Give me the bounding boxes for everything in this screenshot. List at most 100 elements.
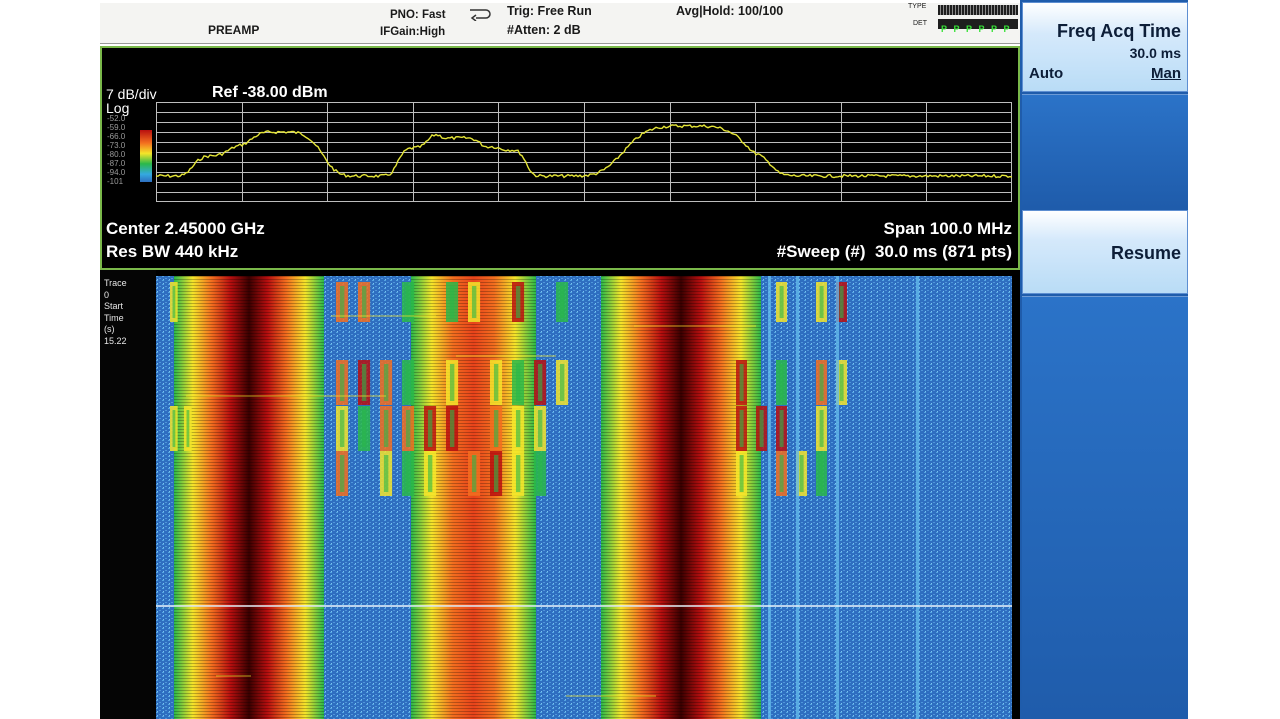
burst-core xyxy=(515,410,521,447)
spectrogram xyxy=(156,276,1012,719)
signal-band-texture xyxy=(411,276,536,719)
freq-acq-value: 30.0 ms xyxy=(1129,45,1181,61)
burst-core xyxy=(493,455,499,492)
burst-core xyxy=(839,364,844,401)
det-value: P xyxy=(965,24,972,34)
carrier-line xyxy=(768,276,771,719)
burst-core xyxy=(361,364,367,401)
burst-core xyxy=(839,286,844,318)
type-det-indicator: PPPPPP xyxy=(938,5,1018,34)
burst-core xyxy=(339,410,345,447)
res-bw: Res BW 440 kHz xyxy=(106,242,239,261)
trace-number: 0 xyxy=(104,289,110,300)
trig-label: Trig: Free Run xyxy=(507,4,592,18)
burst-core xyxy=(339,455,345,492)
avg-hold-label: Avg|Hold: 100/100 xyxy=(676,4,784,18)
burst-core xyxy=(559,286,565,318)
det-value: P xyxy=(953,24,960,34)
carrier-line xyxy=(916,276,919,719)
burst-core xyxy=(383,455,389,492)
man-option[interactable]: Man xyxy=(1151,65,1181,82)
status-bar: PREAMP PNO: Fast IFGain:High Trig: Free … xyxy=(100,3,1020,44)
burst-core xyxy=(779,364,784,401)
burst-core xyxy=(799,455,804,492)
atten-label: #Atten: 2 dB xyxy=(507,23,581,37)
resume-button[interactable]: Resume xyxy=(1022,210,1188,294)
type-row xyxy=(938,5,1018,15)
burst-core xyxy=(449,286,455,318)
burst-core xyxy=(471,455,477,492)
ref-level: Ref -38.00 dBm xyxy=(212,84,328,101)
preamp-label: PREAMP xyxy=(208,23,260,37)
burst-core xyxy=(339,364,345,401)
carrier-line xyxy=(796,276,799,719)
center-frequency: Center 2.45000 GHz xyxy=(106,219,265,238)
auto-option[interactable]: Auto xyxy=(1029,65,1063,82)
burst-core xyxy=(819,455,824,492)
burst-core xyxy=(819,364,824,401)
freq-acq-time-button[interactable]: Freq Acq Time 30.0 ms Auto Man xyxy=(1022,2,1188,92)
det-row: PPPPPP xyxy=(938,19,1018,34)
softkey-blank-1[interactable] xyxy=(1022,94,1188,208)
signal-band-texture xyxy=(601,276,761,719)
burst-core xyxy=(186,410,190,447)
burst-core xyxy=(172,286,176,318)
burst-core xyxy=(537,455,543,492)
start-label: Start xyxy=(104,301,124,311)
color-scale-bar xyxy=(140,130,152,182)
burst-core xyxy=(493,410,499,447)
burst-core xyxy=(383,364,389,401)
carrier-line xyxy=(836,276,839,719)
det-value: P xyxy=(978,24,985,34)
freq-acq-title: Freq Acq Time xyxy=(1056,21,1181,41)
det-value: P xyxy=(940,24,947,34)
burst-core xyxy=(739,410,744,447)
waterfall-side-labels: Trace 0 Start Time (s) 15.22 xyxy=(100,270,156,719)
det-value: P xyxy=(990,24,997,34)
burst-core xyxy=(449,410,455,447)
det-label: DET xyxy=(913,20,927,27)
burst-core xyxy=(493,364,499,401)
burst-core xyxy=(515,455,521,492)
burst-core xyxy=(819,286,824,318)
pno-label: PNO: Fast xyxy=(390,9,446,21)
span: Span 100.0 MHz xyxy=(883,219,1013,238)
burst-core xyxy=(361,286,367,318)
burst-core xyxy=(515,286,521,318)
burst-core xyxy=(515,364,521,401)
unit-label: (s) xyxy=(104,324,115,334)
waterfall-display: Trace 0 Start Time (s) 15.22 xyxy=(100,270,1020,719)
burst-core xyxy=(537,364,543,401)
burst-core xyxy=(427,455,433,492)
burst-core xyxy=(739,455,744,492)
signal-band-texture xyxy=(174,276,324,719)
spectrum-panel: 7 dB/div Ref -38.00 dBm Log -52.0 -59.0 … xyxy=(100,46,1020,270)
burst-core xyxy=(405,455,411,492)
burst-core xyxy=(449,364,455,401)
burst-core xyxy=(559,364,565,401)
sweep-loop-icon xyxy=(470,9,491,21)
burst-core xyxy=(779,286,784,318)
burst-core xyxy=(361,410,367,447)
burst-core xyxy=(339,286,345,318)
burst-core xyxy=(471,286,477,318)
burst-core xyxy=(537,410,543,447)
ifgain-label: IFGain:High xyxy=(380,26,446,38)
time-label: Time xyxy=(104,312,124,323)
burst-core xyxy=(405,364,411,401)
softkey-blank-2[interactable] xyxy=(1022,296,1188,719)
resume-label: Resume xyxy=(1110,243,1181,263)
burst-core xyxy=(405,286,411,318)
burst-core xyxy=(383,410,389,447)
burst-core xyxy=(405,410,411,447)
burst-core xyxy=(427,410,433,447)
start-time-value: 15.22 xyxy=(104,335,127,346)
burst-core xyxy=(739,364,744,401)
trace-label: Trace xyxy=(104,278,127,288)
scale-tick: -52.0 xyxy=(107,114,126,123)
burst-core xyxy=(759,410,764,447)
spectrum-graticule xyxy=(156,102,1012,202)
burst-core xyxy=(779,455,784,492)
softkey-panel: Freq Acq Time 30.0 ms Auto Man Resume xyxy=(1020,0,1188,719)
det-value: P xyxy=(1003,24,1010,34)
